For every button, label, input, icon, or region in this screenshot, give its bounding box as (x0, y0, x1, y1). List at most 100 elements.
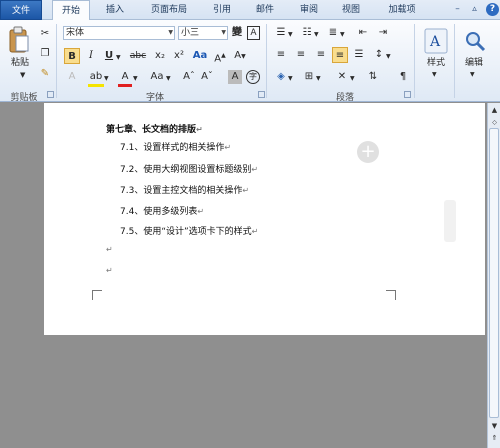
help-icon[interactable]: ? (486, 3, 499, 16)
tab-insert[interactable]: 插入 (96, 0, 134, 20)
tab-view[interactable]: 视图 (332, 0, 370, 20)
chevron-down-icon[interactable]: ▼ (314, 28, 319, 42)
character-border-icon[interactable]: A (247, 26, 260, 40)
chevron-down-icon[interactable]: ▼ (470, 68, 475, 82)
clipboard-launcher-icon[interactable] (47, 91, 54, 98)
align-left-icon[interactable]: ≡ (274, 48, 288, 62)
document-heading[interactable]: 第七章、长文档的排版↵ (106, 122, 203, 135)
cut-icon[interactable]: ✂ (38, 27, 52, 41)
tab-mailings[interactable]: 邮件 (246, 0, 284, 20)
chevron-down-icon[interactable]: ▼ (340, 28, 345, 42)
decrease-indent-icon[interactable]: ⇤ (356, 26, 370, 40)
add-icon[interactable]: + (357, 141, 379, 163)
chevron-down-icon[interactable]: ▼ (288, 28, 293, 42)
tab-references[interactable]: 引用 (202, 0, 242, 20)
chevron-down-icon[interactable]: ▼ (386, 50, 391, 64)
multilevel-list-icon[interactable]: ≣ (326, 26, 340, 40)
enclose-character-icon[interactable]: 字 (246, 70, 260, 84)
strikethrough-icon[interactable]: abc (127, 49, 149, 63)
highlight-icon[interactable]: ab (88, 70, 104, 87)
tab-review[interactable]: 审阅 (290, 0, 328, 20)
chevron-down-icon[interactable]: ▼ (221, 27, 226, 39)
character-shading-icon[interactable]: A (228, 70, 242, 84)
tab-addins[interactable]: 加载项 (376, 0, 428, 20)
chevron-down-icon[interactable]: ▼ (350, 72, 355, 86)
clear-format-icon[interactable]: A▼ (232, 49, 248, 64)
ruler-toggle-icon[interactable]: ◇ (489, 117, 500, 128)
styles-icon[interactable]: A (424, 28, 448, 54)
distributed-icon[interactable]: ☰ (352, 48, 366, 62)
align-right-icon[interactable]: ≡ (314, 48, 328, 62)
change-case-icon[interactable]: Aa (192, 49, 208, 63)
copy-icon[interactable]: ❐ (38, 47, 52, 61)
chevron-down-icon[interactable]: ▼ (166, 72, 171, 86)
paragraph-mark: ↵ (242, 186, 250, 195)
underline-icon[interactable]: U (102, 49, 116, 63)
chevron-down-icon[interactable]: ▼ (116, 51, 121, 65)
list-item[interactable]: 7.2、使用大纲视图设置标题级别↵ (120, 162, 258, 175)
sort-icon[interactable]: ⇅ (366, 70, 380, 84)
bullets-icon[interactable]: ☰ (274, 26, 288, 40)
paragraph-launcher-icon[interactable] (404, 91, 411, 98)
chevron-down-icon[interactable]: ▼ (168, 27, 173, 39)
previous-page-icon[interactable]: ⇑ (489, 433, 500, 444)
shrink-font-icon[interactable]: Aˇ (200, 70, 214, 84)
grow-font-icon[interactable]: A▲ (212, 49, 228, 66)
format-painter-icon[interactable]: ✎ (38, 67, 52, 81)
tab-home[interactable]: 开始 (52, 0, 90, 21)
paste-dropdown-icon[interactable]: ▼ (20, 68, 25, 82)
increase-indent-icon[interactable]: ⇥ (376, 26, 390, 40)
chevron-down-icon[interactable]: ▼ (288, 72, 293, 86)
align-center-icon[interactable]: ≡ (294, 48, 308, 62)
subscript-icon[interactable]: x₂ (153, 49, 167, 63)
font-color-icon[interactable]: A (118, 70, 132, 87)
shading-icon[interactable]: ◈ (274, 70, 288, 84)
list-item[interactable]: 7.5、使用“设计”选项卡下的样式↵ (120, 224, 258, 237)
enlarge-font-icon[interactable]: Aˆ (182, 70, 196, 84)
font-size-value: 小三 (181, 28, 200, 38)
ribbon-expand-icon[interactable]: ▵ (468, 3, 481, 16)
font-size-combo[interactable]: 小三 ▼ (178, 26, 228, 40)
heading-text: 第七章、长文档的排版 (106, 125, 197, 135)
chevron-down-icon[interactable]: ▼ (133, 72, 138, 86)
paragraph-mark: ↵ (196, 125, 203, 134)
list-item[interactable]: 7.3、设置主控文档的相关操作↵ (120, 183, 249, 196)
group-divider (414, 24, 415, 98)
tab-page-layout[interactable]: 页面布局 (140, 0, 198, 20)
find-icon[interactable] (463, 28, 487, 54)
chevron-down-icon[interactable]: ▼ (432, 68, 437, 82)
list-item[interactable]: 7.1、设置样式的相关操作↵ (120, 140, 231, 153)
chevron-down-icon[interactable]: ▼ (104, 72, 109, 86)
justify-icon[interactable]: ≡ (332, 47, 348, 63)
bold-icon[interactable]: B (64, 48, 80, 64)
vertical-scrollbar[interactable]: ▲ ◇ ▼ ⇑ (487, 103, 500, 448)
list-item-text: 7.1、设置样式的相关操作 (120, 143, 225, 153)
workspace-left (0, 103, 43, 448)
scrollbar-thumb[interactable] (489, 128, 499, 418)
show-marks-icon[interactable]: ¶ (396, 70, 410, 84)
paragraph-mark: ↵ (106, 245, 113, 254)
font-size-increase-icon[interactable]: Aa (148, 70, 166, 84)
font-launcher-icon[interactable] (258, 91, 265, 98)
paste-icon[interactable] (8, 26, 30, 54)
borders-icon[interactable]: ⊞ (302, 70, 316, 84)
phonetic-guide-icon[interactable]: 變 (230, 26, 244, 40)
chinese-layout-icon[interactable]: ✕ (334, 70, 350, 84)
list-item[interactable]: 7.4、使用多级列表↵ (120, 204, 204, 217)
text-effects-icon[interactable]: A (64, 70, 80, 84)
list-item-text: 7.2、使用大纲视图设置标题级别 (120, 165, 252, 175)
numbering-icon[interactable]: ☷ (300, 26, 314, 40)
chevron-down-icon[interactable]: ▼ (316, 72, 321, 86)
document-page[interactable]: 第七章、长文档的排版↵ 7.1、设置样式的相关操作↵ 7.2、使用大纲视图设置标… (44, 103, 485, 335)
scroll-up-icon[interactable]: ▲ (489, 105, 500, 116)
scroll-down-icon[interactable]: ▼ (489, 421, 500, 432)
group-divider (56, 24, 57, 98)
tab-file[interactable]: 文件 (0, 0, 42, 20)
font-name-combo[interactable]: 宋体 ▼ (63, 26, 175, 40)
side-tab[interactable] (444, 200, 456, 242)
italic-icon[interactable]: I (84, 49, 98, 63)
minimize-ribbon-icon[interactable]: – (451, 3, 464, 16)
paragraph-mark: ↵ (224, 143, 232, 152)
superscript-icon[interactable]: x² (172, 49, 186, 63)
line-spacing-icon[interactable]: ↕ (372, 48, 386, 62)
